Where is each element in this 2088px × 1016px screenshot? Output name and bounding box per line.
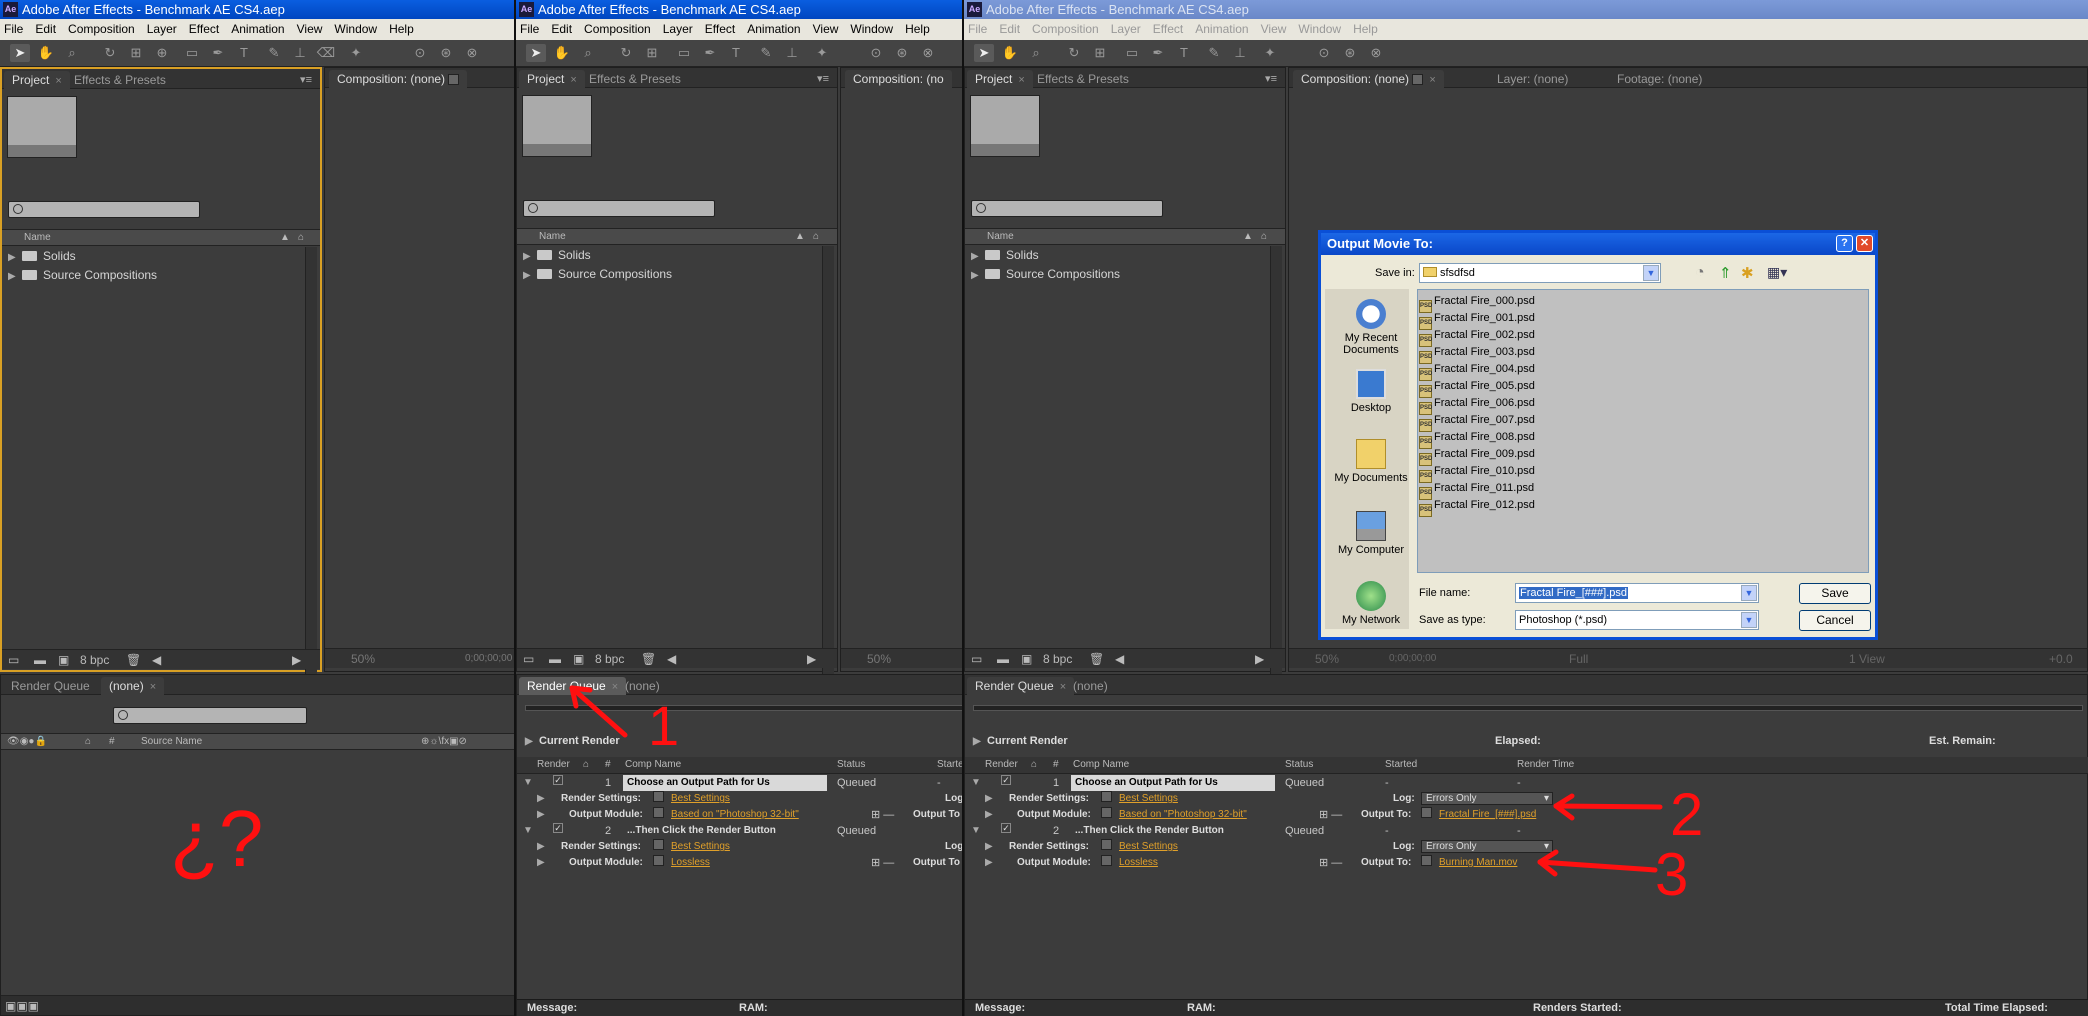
annotation-arrow-3	[1537, 849, 1658, 877]
annotation-arrow-2	[1553, 793, 1663, 821]
annotation-number-3: 3	[1655, 841, 1688, 908]
annotation-number-2: 2	[1670, 781, 1703, 848]
annotation-question-mark: ¿?	[170, 794, 263, 883]
annotation-arrow-1	[569, 685, 628, 738]
annotation-number-1: 1	[648, 694, 679, 757]
annotation-overlay: 1 2 3 ¿?	[170, 685, 1703, 908]
